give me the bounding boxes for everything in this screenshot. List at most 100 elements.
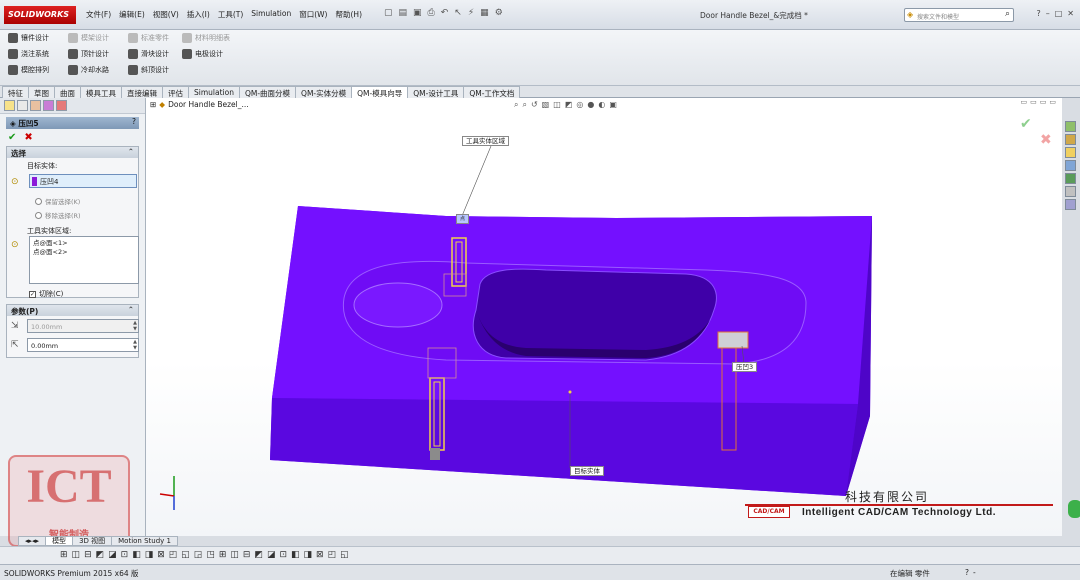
- tab-qm-surface-split[interactable]: QM-曲面分模: [238, 86, 297, 98]
- property-manager-icon[interactable]: [17, 100, 28, 111]
- tab-qm-solid-split[interactable]: QM-实体分模: [295, 86, 353, 98]
- minimize-button[interactable]: –: [1046, 9, 1050, 18]
- callout-feature[interactable]: 压凹3: [732, 362, 758, 372]
- tool-icon[interactable]: ◧: [132, 550, 141, 561]
- floating-green-badge[interactable]: [1068, 500, 1080, 518]
- callout-target-body[interactable]: 目标实体: [570, 466, 604, 476]
- tool-icon[interactable]: ⊞: [60, 550, 68, 561]
- tool-icon[interactable]: ◩: [254, 550, 263, 561]
- design-library-icon[interactable]: [1065, 134, 1076, 145]
- cmd-moldbase-design[interactable]: 模架设计: [68, 33, 109, 43]
- tab-model[interactable]: 模型: [45, 536, 74, 546]
- appearances-icon[interactable]: [1065, 173, 1076, 184]
- tool-icon[interactable]: ⊠: [316, 550, 324, 561]
- new-icon[interactable]: ▢: [384, 8, 393, 18]
- status-help-icon[interactable]: ?: [965, 568, 969, 577]
- display-manager-icon[interactable]: [56, 100, 67, 111]
- cmd-lifter-design[interactable]: 斜顶设计: [128, 65, 169, 75]
- model-graphics[interactable]: [146, 98, 1062, 536]
- spinner-arrows-icon[interactable]: ▲ ▼: [133, 339, 137, 351]
- search-icon[interactable]: ⌕: [1005, 9, 1010, 19]
- graphics-viewport[interactable]: ⊞ ◆ Door Handle Bezel_... ⌕ ⌕ ↺ ▧ ◫ ◩ ◎ …: [146, 98, 1062, 536]
- search-scope-icon[interactable]: ◈: [907, 10, 913, 19]
- tool-icon[interactable]: ◲: [194, 550, 203, 561]
- tool-region-list[interactable]: 点@面<1> 点@面<2>: [29, 236, 139, 284]
- tab-direct-edit[interactable]: 直接编辑: [121, 86, 163, 98]
- solidworks-logo[interactable]: SOLIDWORKS: [4, 6, 76, 24]
- cmd-electrode-design[interactable]: 电极设计: [182, 49, 223, 59]
- rebuild-icon[interactable]: ⚡: [468, 8, 474, 18]
- clearance-field[interactable]: 0.00mm ▲ ▼: [27, 338, 139, 352]
- forum-icon[interactable]: [1065, 199, 1076, 210]
- remove-selection-radio[interactable]: 移除选择(R): [35, 210, 81, 220]
- thickness-field[interactable]: 10.00mm ▲ ▼: [27, 319, 139, 333]
- tool-icon[interactable]: ⊟: [84, 550, 92, 561]
- maximize-button[interactable]: □: [1055, 9, 1063, 18]
- pm-help-icon[interactable]: ?: [132, 117, 136, 126]
- spinner-arrows-icon[interactable]: ▲ ▼: [133, 320, 137, 332]
- tool-icon[interactable]: ⊠: [157, 550, 165, 561]
- cmd-slider-design[interactable]: 滑块设计: [128, 49, 169, 59]
- select-icon[interactable]: ↖: [454, 8, 462, 18]
- cmd-standard-parts[interactable]: 标准零件: [128, 33, 169, 43]
- tab-motion-study[interactable]: Motion Study 1: [111, 536, 178, 546]
- view-palette-icon[interactable]: [1065, 160, 1076, 171]
- custom-properties-icon[interactable]: [1065, 186, 1076, 197]
- resources-icon[interactable]: [1065, 121, 1076, 132]
- tab-qm-mold-wizard[interactable]: QM-模具向导: [351, 86, 409, 98]
- callout-tool-region[interactable]: 工具实体区域: [462, 136, 509, 146]
- tab-surfaces[interactable]: 曲面: [54, 86, 81, 98]
- menu-insert[interactable]: 插入(I): [187, 9, 210, 20]
- menu-edit[interactable]: 编辑(E): [119, 9, 145, 20]
- tool-icon[interactable]: ◰: [169, 550, 178, 561]
- tab-features[interactable]: 特征: [2, 86, 29, 98]
- search-input[interactable]: ◈ 搜索文件和模型 ⌕: [904, 8, 1014, 22]
- list-item[interactable]: 点@面<1>: [33, 239, 135, 248]
- menu-tools[interactable]: 工具(T): [218, 9, 243, 20]
- tool-icon[interactable]: ◫: [72, 550, 81, 561]
- cmd-insert-design[interactable]: 镶件设计: [8, 33, 49, 43]
- tool-icon[interactable]: ⊞: [219, 550, 227, 561]
- list-item[interactable]: 点@面<2>: [33, 248, 135, 257]
- config-manager-icon[interactable]: [30, 100, 41, 111]
- cancel-icon[interactable]: ✖: [24, 132, 32, 143]
- selection-header[interactable]: 选择 ⌃: [7, 147, 138, 158]
- menu-simulation[interactable]: Simulation: [251, 9, 291, 20]
- tool-icon[interactable]: ◩: [96, 550, 105, 561]
- tab-qm-work-docs[interactable]: QM-工作文档: [463, 86, 521, 98]
- tool-icon[interactable]: ⊡: [279, 550, 287, 561]
- options-icon[interactable]: ⚙: [495, 8, 503, 18]
- tool-icon[interactable]: ◪: [267, 550, 276, 561]
- tool-icon[interactable]: ◱: [181, 550, 190, 561]
- dimxpert-icon[interactable]: [43, 100, 54, 111]
- cmd-runner-system[interactable]: 浇注系统: [8, 49, 49, 59]
- undo-icon[interactable]: ↶: [441, 8, 449, 18]
- tab-3d-views[interactable]: 3D 视图: [72, 536, 113, 546]
- parameters-header[interactable]: 参数(P) ⌃: [7, 305, 138, 316]
- tool-icon[interactable]: ⊟: [243, 550, 251, 561]
- nav-arrows[interactable]: ◂▸◂▸: [18, 536, 47, 546]
- cut-checkbox[interactable]: ✓ 切除(C): [29, 289, 63, 299]
- collapse-icon[interactable]: ⌃: [128, 147, 134, 156]
- collapse-icon[interactable]: ⌃: [128, 305, 134, 314]
- tool-icon[interactable]: ◫: [230, 550, 239, 561]
- tool-icon[interactable]: ◰: [328, 550, 337, 561]
- tool-icon[interactable]: ◳: [206, 550, 215, 561]
- help-icon[interactable]: ?: [1036, 9, 1040, 18]
- feature-tree-icon[interactable]: [4, 100, 15, 111]
- tab-qm-design-tools[interactable]: QM-设计工具: [407, 86, 465, 98]
- file-properties-icon[interactable]: ▦: [480, 8, 489, 18]
- print-icon[interactable]: ⎙: [428, 8, 435, 18]
- tab-simulation[interactable]: Simulation: [188, 86, 240, 98]
- cmd-ejector-design[interactable]: 顶针设计: [68, 49, 109, 59]
- tab-sketch[interactable]: 草图: [28, 86, 55, 98]
- menu-window[interactable]: 窗口(W): [299, 9, 327, 20]
- save-icon[interactable]: ▣: [413, 8, 422, 18]
- open-icon[interactable]: ▤: [399, 8, 408, 18]
- cmd-bom[interactable]: 材料明细表: [182, 33, 230, 43]
- tool-icon[interactable]: ◱: [340, 550, 349, 561]
- bezel-oval-recess[interactable]: [353, 282, 443, 328]
- tool-icon[interactable]: ◧: [291, 550, 300, 561]
- tool-icon[interactable]: ◪: [108, 550, 117, 561]
- tab-evaluate[interactable]: 评估: [162, 86, 189, 98]
